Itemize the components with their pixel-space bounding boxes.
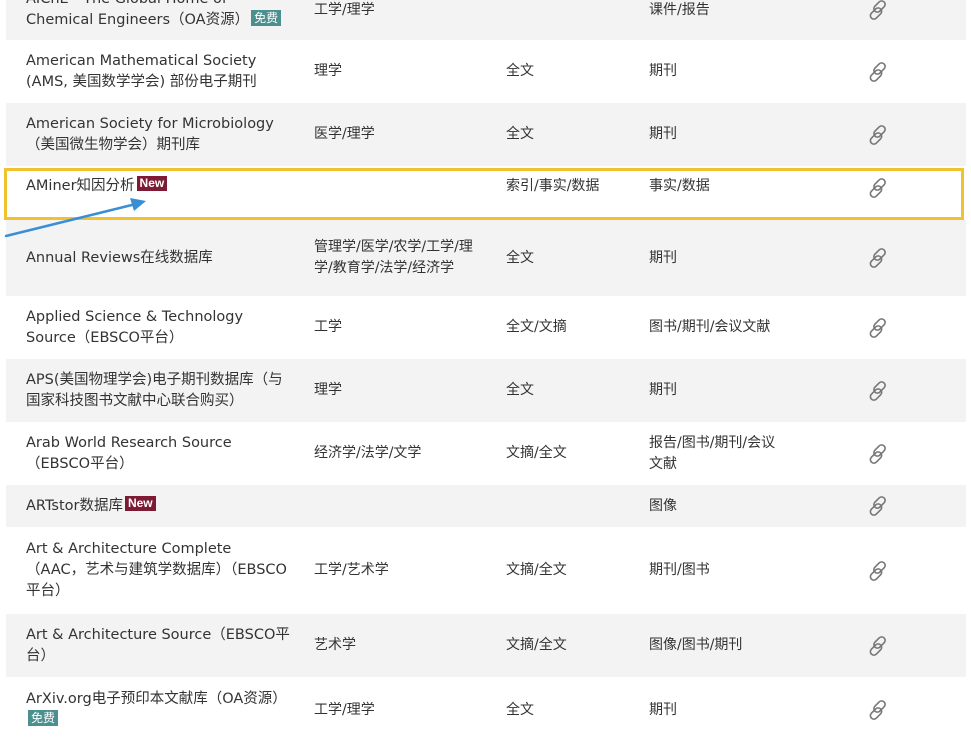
subject-cell: 管理学/医学/农学/工学/理学/教育学/法学/经济学 [314, 239, 473, 276]
table-row: American Mathematical Society (AMS, 美国数学… [6, 40, 966, 103]
content-type-cell: 全文 [506, 63, 534, 79]
content-type-cell: 文摘/全文 [506, 562, 567, 578]
subject-cell: 医学/理学 [314, 126, 375, 142]
link-icon[interactable] [866, 442, 890, 466]
resource-type-cell: 期刊 [649, 126, 677, 142]
database-name-link[interactable]: APS(美国物理学会)电子期刊数据库（与国家科技图书文献中心联合购买） [26, 370, 291, 412]
table-row: Art & Architecture Source（EBSCO平台） 艺术学 文… [6, 614, 966, 677]
link-icon[interactable] [866, 246, 890, 270]
link-icon[interactable] [866, 379, 890, 403]
link-icon[interactable] [866, 494, 890, 518]
resource-type-cell: 期刊 [649, 63, 677, 79]
resource-type-cell: 图像 [649, 497, 677, 514]
database-name-link[interactable]: ARTstor数据库 New [26, 495, 156, 517]
content-type-cell: 索引/事实/数据 [506, 178, 600, 194]
resource-type-cell: 图书/期刊/会议文献 [649, 319, 771, 335]
content-type-cell: 全文 [506, 701, 534, 718]
database-name-link[interactable]: Art & Architecture Source（EBSCO平台） [26, 625, 291, 667]
subject-cell: 工学/理学 [314, 701, 375, 718]
table-row: Arab World Research Source（EBSCO平台） 经济学/… [6, 422, 966, 485]
database-name-link[interactable]: Arab World Research Source（EBSCO平台） [26, 433, 291, 475]
link-icon[interactable] [866, 176, 890, 200]
new-badge: New [124, 495, 156, 511]
database-name-link[interactable]: ArXiv.org电子预印本文献库（OA资源）免费 [26, 689, 291, 731]
subject-cell: 理学 [314, 63, 342, 79]
table-row: Applied Science & Technology Source（EBSC… [6, 296, 966, 359]
table-row: ArXiv.org电子预印本文献库（OA资源）免费 工学/理学 全文 期刊 [6, 677, 966, 743]
resource-type-cell: 图像/图书/期刊 [649, 637, 743, 653]
new-badge: New [136, 176, 168, 191]
resource-type-cell: 报告/图书/期刊/会议文献 [649, 434, 776, 472]
subject-cell: 工学 [314, 319, 342, 335]
table-row: APS(美国物理学会)电子期刊数据库（与国家科技图书文献中心联合购买） 理学 全… [6, 359, 966, 422]
subject-cell: 理学 [314, 382, 342, 398]
link-icon[interactable] [866, 60, 890, 84]
content-type-cell: 文摘/全文 [506, 637, 567, 653]
database-name-link[interactable]: Annual Reviews在线数据库 [26, 248, 213, 269]
free-badge: 免费 [28, 710, 59, 726]
table-row: ARTstor数据库 New 图像 [6, 485, 966, 527]
link-icon[interactable] [866, 698, 890, 722]
table-row: AMiner知因分析 New 索引/事实/数据 事实/数据 [6, 166, 966, 220]
content-type-cell: 全文 [506, 249, 534, 266]
table-row: American Society for Microbiology（美国微生物学… [6, 103, 966, 166]
database-name-link[interactable]: American Mathematical Society (AMS, 美国数学… [26, 51, 291, 93]
subject-cell: 工学/艺术学 [314, 562, 389, 578]
content-type-cell: 全文 [506, 382, 534, 398]
link-icon[interactable] [866, 559, 890, 583]
resource-type-cell: 期刊 [649, 701, 677, 718]
link-icon[interactable] [866, 634, 890, 658]
content-type-cell: 文摘/全文 [506, 445, 567, 461]
database-name-link[interactable]: AIChE - The Global Home of Chemical Engi… [26, 0, 291, 31]
database-name-link[interactable]: Applied Science & Technology Source（EBSC… [26, 307, 291, 349]
table-row: Art & Architecture Complete （AAC，艺术与建筑学数… [6, 527, 966, 614]
resource-type-cell: 期刊 [649, 382, 677, 398]
link-icon[interactable] [866, 316, 890, 340]
database-name-link[interactable]: AMiner知因分析 New [26, 176, 168, 197]
resource-type-cell: 期刊 [649, 249, 677, 266]
subject-cell: 工学/理学 [314, 1, 375, 18]
subject-cell: 艺术学 [314, 637, 356, 653]
link-icon[interactable] [866, 0, 890, 22]
content-type-cell: 全文 [506, 126, 534, 142]
database-name-link[interactable]: American Society for Microbiology（美国微生物学… [26, 114, 291, 156]
database-table: AIChE - The Global Home of Chemical Engi… [6, 0, 966, 743]
resource-type-cell: 事实/数据 [649, 178, 710, 194]
database-name-link[interactable]: Art & Architecture Complete （AAC，艺术与建筑学数… [26, 539, 291, 602]
content-type-cell: 全文/文摘 [506, 319, 567, 335]
resource-type-cell: 期刊/图书 [649, 562, 710, 578]
table-row: AIChE - The Global Home of Chemical Engi… [6, 0, 966, 40]
free-badge: 免费 [251, 10, 282, 26]
subject-cell: 经济学/法学/文学 [314, 445, 422, 461]
link-icon[interactable] [866, 123, 890, 147]
table-row: Annual Reviews在线数据库 管理学/医学/农学/工学/理学/教育学/… [6, 220, 966, 296]
resource-type-cell: 课件/报告 [649, 1, 710, 18]
